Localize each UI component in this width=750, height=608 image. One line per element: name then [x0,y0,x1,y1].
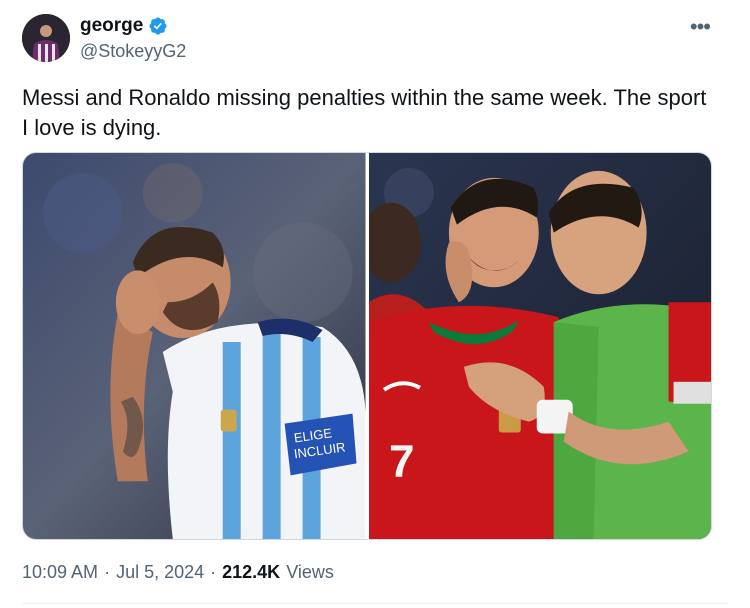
tweet-media[interactable]: ELIGE INCLUIR 7 [22,152,712,540]
verified-badge-icon [148,16,168,36]
meta-separator-1: · [104,562,111,582]
author-name-row: george [80,15,168,37]
avatar[interactable] [22,14,70,62]
tweet-card: george @StokeyyG2 ••• Messi and Ronaldo … [0,0,750,608]
meta-separator-2: · [210,562,217,582]
author-handle[interactable]: @StokeyyG2 [80,41,186,62]
divider [22,603,728,604]
views-count[interactable]: 212.4K [222,562,280,583]
photo-messi[interactable]: ELIGE INCLUIR [23,153,366,539]
views-label: Views [286,562,334,582]
tweet-date[interactable]: Jul 5, 2024 [116,562,204,583]
shirt-number: 7 [388,435,414,486]
more-options-icon[interactable]: ••• [690,14,711,40]
tweet-meta: 10:09 AM · Jul 5, 2024 · 212.4K Views [22,562,334,583]
avatar-player-icon [22,14,70,62]
tweet-text: Messi and Ronaldo missing penalties with… [22,85,707,140]
author-display-name[interactable]: george [80,15,143,37]
photo-ronaldo-image: 7 [368,153,711,539]
tweet-time[interactable]: 10:09 AM [22,562,98,583]
photo-messi-image: ELIGE INCLUIR [23,153,366,539]
photo-ronaldo[interactable]: 7 [368,153,711,539]
